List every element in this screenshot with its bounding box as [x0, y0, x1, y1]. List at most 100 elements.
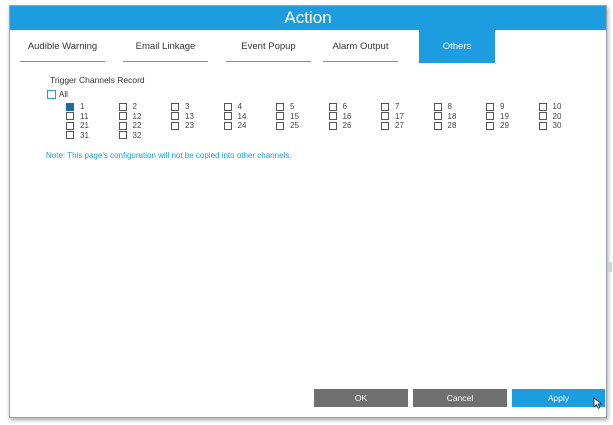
dialog-title: Action	[284, 8, 332, 27]
tab-others[interactable]: Others	[419, 30, 495, 63]
channel-checkbox[interactable]	[486, 112, 494, 120]
channel-label: 3	[185, 102, 190, 111]
channel-checkbox-item[interactable]: 12	[118, 112, 141, 121]
channel-label: 5	[290, 102, 295, 111]
channel-checkbox[interactable]	[171, 121, 179, 130]
channel-checkbox[interactable]	[486, 102, 494, 111]
channel-checkbox-item[interactable]: 11	[66, 112, 88, 121]
channel-checkbox[interactable]	[328, 112, 337, 120]
channel-label: 20	[552, 111, 562, 121]
channel-checkbox-item[interactable]: 1	[66, 102, 84, 111]
all-checkbox[interactable]	[47, 90, 56, 99]
channel-checkbox[interactable]	[276, 121, 284, 130]
channel-checkbox[interactable]	[66, 102, 74, 111]
channel-label: 27	[395, 121, 404, 130]
channel-checkbox-item[interactable]: 20	[538, 111, 562, 121]
ok-button[interactable]: OK	[314, 389, 408, 407]
channel-checkbox[interactable]	[118, 131, 127, 139]
channel-checkbox-item[interactable]: 14	[223, 112, 246, 121]
channel-checkbox-item[interactable]: 26	[328, 121, 352, 130]
channel-label: 30	[552, 121, 562, 130]
channel-checkbox-item[interactable]: 16	[328, 112, 351, 121]
channel-checkbox-item[interactable]: 5	[276, 102, 294, 111]
channel-label: 9	[500, 102, 505, 111]
channel-checkbox[interactable]	[171, 112, 179, 120]
trigger-channels-record-title: Trigger Channels Record	[50, 75, 145, 85]
channel-checkbox[interactable]	[538, 112, 547, 120]
all-checkbox-label: All	[59, 90, 68, 99]
channel-checkbox-item[interactable]: 2	[118, 102, 137, 111]
channel-checkbox-item[interactable]: 21	[66, 121, 89, 130]
cancel-button[interactable]: Cancel	[413, 389, 507, 407]
apply-button[interactable]: Apply	[512, 389, 605, 407]
channel-checkbox-item[interactable]: 19	[486, 112, 509, 121]
channel-checkbox-item[interactable]: 31	[66, 131, 89, 140]
channel-checkbox-item[interactable]: 24	[223, 121, 247, 130]
channel-checkbox[interactable]	[276, 112, 284, 120]
tab-alarm-output[interactable]: Alarm Output	[323, 30, 398, 62]
channel-checkbox-item[interactable]: 13	[171, 112, 194, 121]
channel-checkbox-item[interactable]: 8	[433, 102, 452, 111]
channel-checkbox[interactable]	[433, 112, 442, 120]
channel-label: 31	[80, 130, 89, 140]
tab-underline	[323, 61, 398, 62]
channel-label: 8	[447, 102, 452, 111]
cancel-button-label: Cancel	[446, 393, 474, 403]
channel-checkbox[interactable]	[433, 121, 442, 130]
channel-label: 21	[80, 121, 89, 130]
channel-checkbox-item[interactable]: 17	[381, 112, 404, 121]
channel-label: 17	[395, 111, 404, 121]
channel-checkbox[interactable]	[381, 102, 389, 111]
channel-checkbox-item[interactable]: 25	[276, 121, 299, 130]
channel-checkbox-item[interactable]: 4	[223, 102, 242, 111]
action-dialog: Action Audible Warning Email Linkage Eve…	[9, 5, 607, 418]
channel-checkbox[interactable]	[118, 121, 127, 130]
channel-checkbox-item[interactable]: 23	[171, 121, 194, 130]
tab-email-linkage[interactable]: Email Linkage	[123, 30, 208, 62]
tab-event-popup[interactable]: Event Popup	[226, 30, 311, 62]
channel-checkbox[interactable]	[381, 121, 389, 130]
channel-checkbox-item[interactable]: 7	[381, 102, 399, 111]
tab-underline	[123, 61, 208, 62]
channel-label: 1	[80, 102, 85, 111]
channel-checkbox[interactable]	[66, 121, 74, 130]
channel-checkbox-item[interactable]: 9	[486, 102, 504, 111]
channel-checkbox[interactable]	[223, 102, 232, 111]
channel-checkbox[interactable]	[538, 121, 547, 130]
channel-checkbox[interactable]	[223, 112, 232, 120]
channel-checkbox[interactable]	[118, 112, 127, 120]
channel-checkbox[interactable]	[328, 121, 337, 130]
channel-checkbox-item[interactable]: 32	[118, 131, 141, 140]
channel-label: 29	[500, 121, 509, 130]
channel-checkbox[interactable]	[118, 102, 127, 111]
channel-label: 24	[237, 121, 247, 130]
channel-label: 11	[80, 111, 89, 121]
channel-checkbox[interactable]	[486, 121, 494, 130]
channel-checkbox-item[interactable]: 27	[381, 121, 404, 130]
tab-audible-warning[interactable]: Audible Warning	[20, 30, 105, 62]
channel-label: 26	[342, 121, 352, 130]
channel-checkbox[interactable]	[66, 131, 74, 139]
channel-checkbox-item[interactable]: 29	[486, 121, 509, 130]
channel-checkbox-item[interactable]: 18	[433, 112, 456, 121]
channel-checkbox[interactable]	[381, 112, 389, 120]
all-checkbox-row[interactable]: All	[47, 90, 68, 99]
channel-checkbox-item[interactable]: 22	[118, 121, 141, 130]
tab-label: Email Linkage	[135, 40, 196, 52]
channel-checkbox[interactable]	[433, 102, 442, 111]
channel-checkbox[interactable]	[66, 112, 74, 120]
channel-checkbox-item[interactable]: 3	[171, 102, 189, 111]
channel-checkbox-item[interactable]: 28	[433, 121, 457, 130]
tab-underline	[20, 61, 105, 62]
channel-checkbox[interactable]	[276, 102, 284, 111]
channel-checkbox-item[interactable]: 6	[328, 102, 347, 111]
channel-checkbox-item[interactable]: 30	[538, 121, 562, 130]
channel-checkbox-item[interactable]: 15	[276, 112, 299, 121]
channel-checkbox-item[interactable]: 10	[538, 102, 561, 111]
channel-checkbox[interactable]	[171, 102, 179, 111]
channel-checkbox[interactable]	[328, 102, 337, 111]
channel-checkbox[interactable]	[223, 121, 232, 130]
channel-label: 6	[342, 102, 347, 111]
channel-label: 28	[447, 121, 457, 130]
channel-checkbox[interactable]	[538, 102, 547, 111]
